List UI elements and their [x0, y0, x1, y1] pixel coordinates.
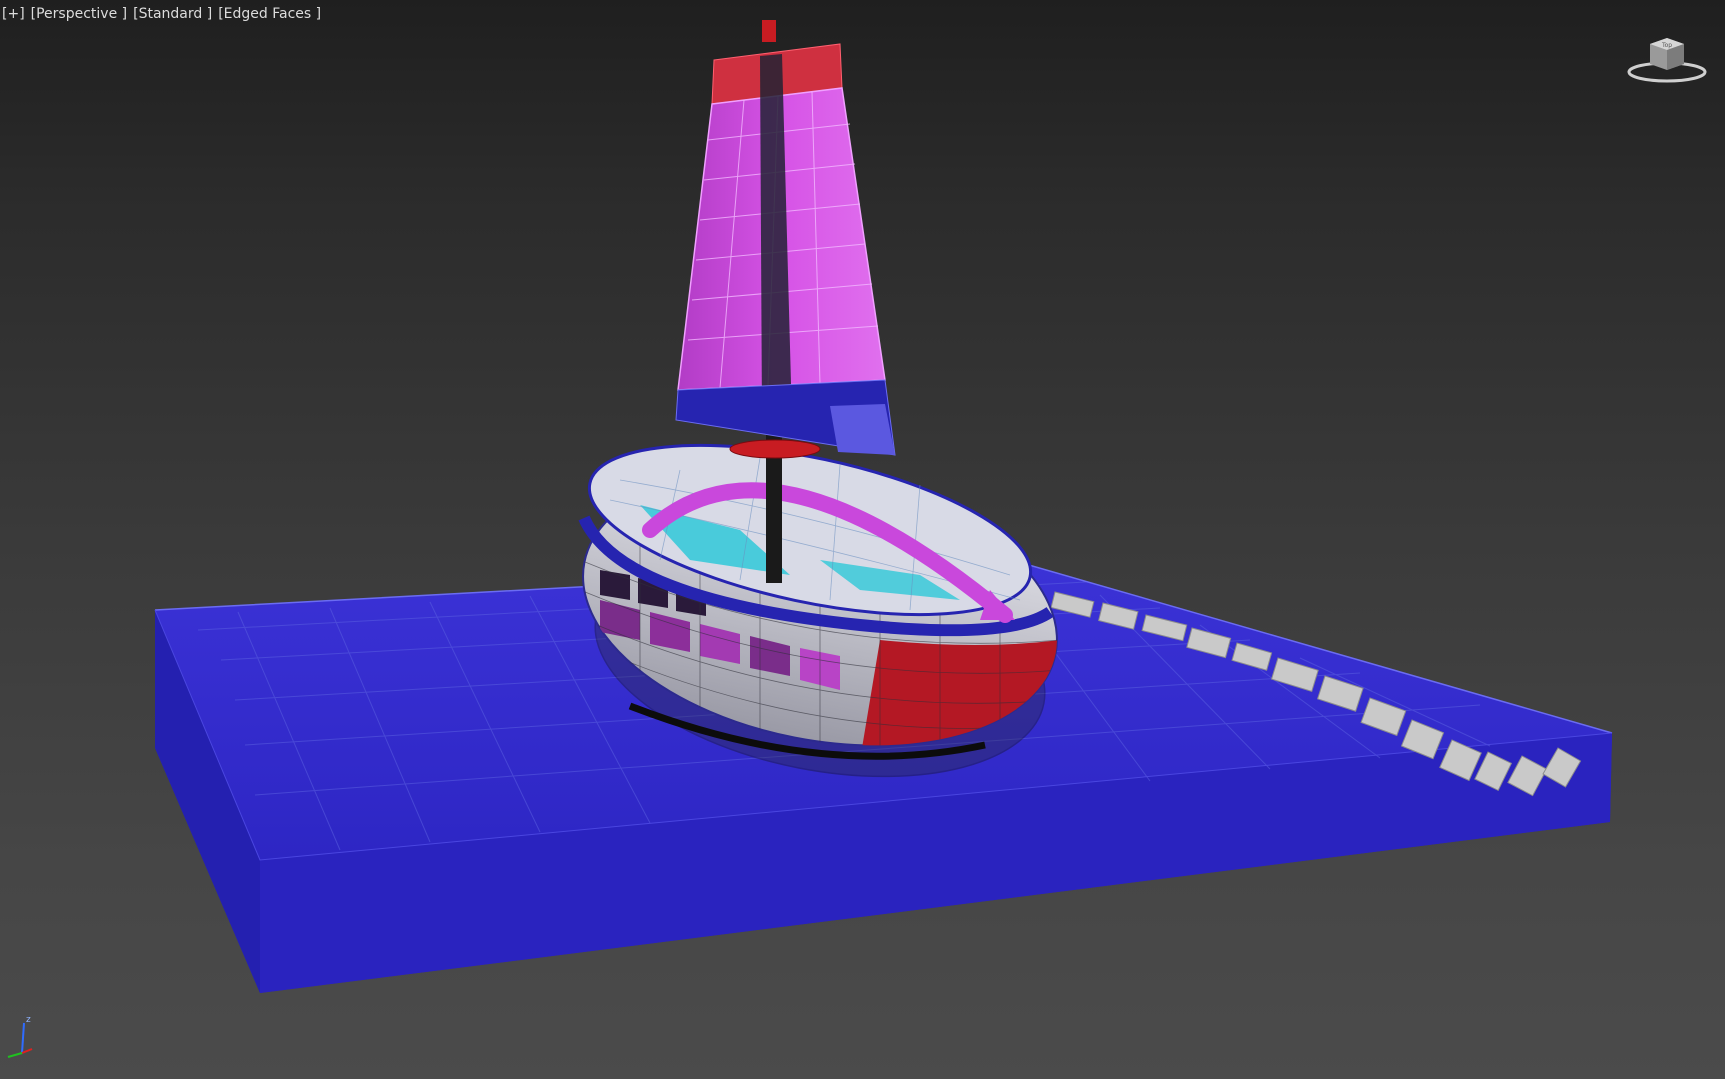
viewport-menu-plus[interactable]: [+]: [2, 6, 25, 22]
viewport-view-type[interactable]: [Perspective ]: [31, 6, 127, 22]
viewport-perspective[interactable]: [+] [Perspective ] [Standard ] [Edged Faces…: [0, 0, 1725, 1079]
sail[interactable]: [675, 43, 896, 456]
viewport-label-bar: [+] [Perspective ] [Standard ] [Edged Faces…: [2, 6, 327, 22]
viewport-shading-mode[interactable]: [Standard ]: [133, 6, 212, 22]
viewcube-icon[interactable]: Top: [1626, 34, 1708, 86]
axis-tripod-icon: z: [7, 1015, 33, 1058]
viewport-display-mode[interactable]: [Edged Faces ]: [218, 6, 321, 22]
scene-canvas[interactable]: [0, 0, 1725, 1079]
viewcube-face-label: Top: [1661, 42, 1672, 49]
axis-z-label: z: [26, 1015, 31, 1025]
